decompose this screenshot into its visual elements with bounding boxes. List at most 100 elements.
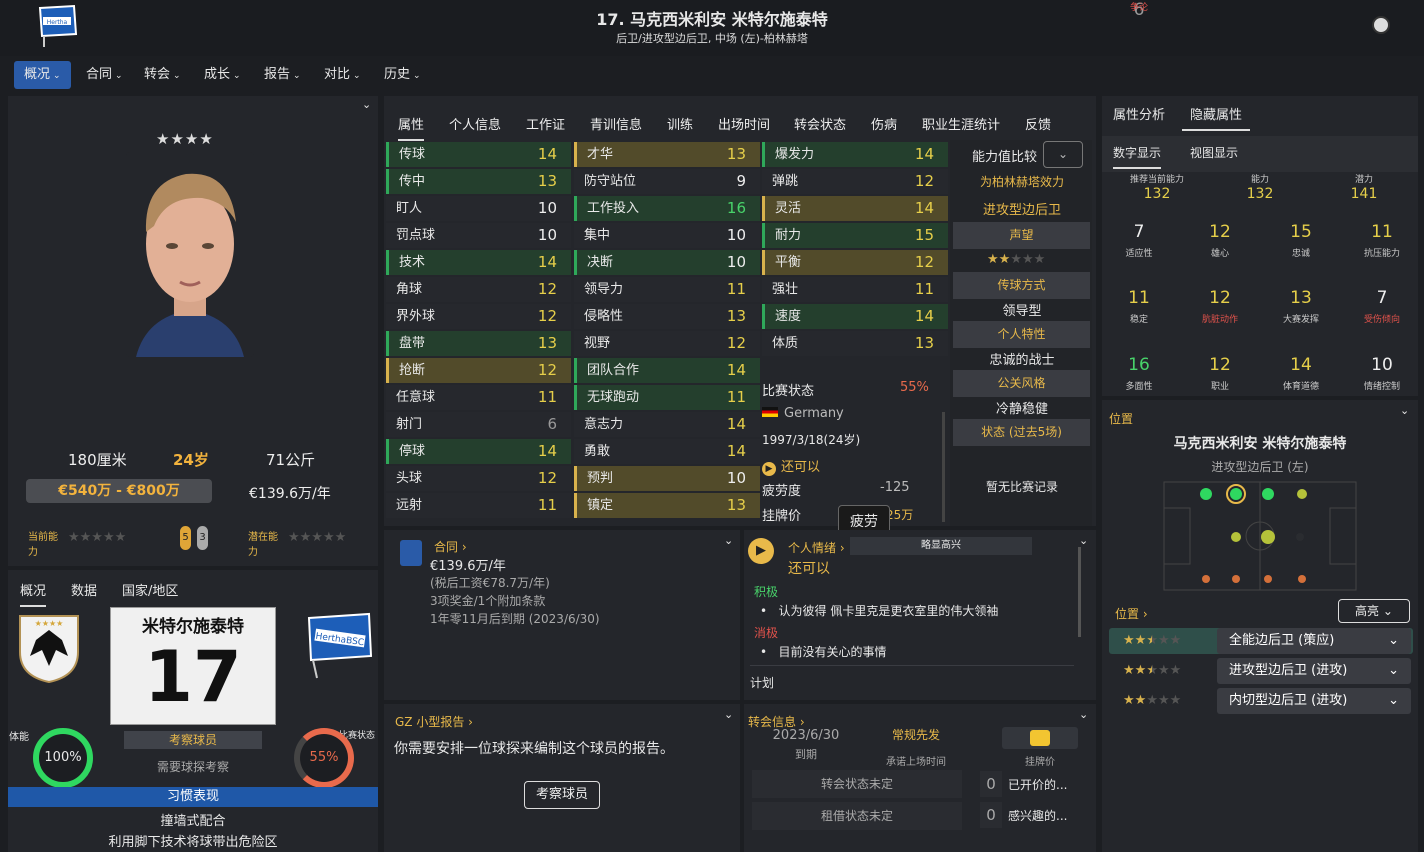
attribute-row[interactable]: 才华 13 [574,142,760,167]
role-row[interactable]: ★★★★★ 全能边后卫 (策应) ⌄ [1109,628,1413,654]
tab-mid-6[interactable]: 转会状态 [794,114,846,133]
attribute-row[interactable]: 平衡 12 [762,250,948,275]
attribute-row[interactable]: 体质 13 [762,331,948,356]
position-collapse-chevron-icon[interactable]: ⌄ [1400,404,1409,417]
top-bar: Hertha 17. 马克西米利安 米特尔施泰特 后卫/进攻型边后卫, 中场 (… [0,0,1424,56]
tab-visual[interactable]: 视图显示 [1190,144,1238,161]
transfer-value[interactable]: €540万 - €800万 [26,479,212,503]
scrollbar[interactable] [942,412,945,522]
tab-mid-9[interactable]: 反馈 [1025,114,1051,133]
tab-data[interactable]: 数据 [71,580,97,599]
tab-numeric[interactable]: 数字显示 [1113,144,1162,169]
nav-development[interactable]: 成长 ⌄ [194,61,251,89]
attribute-row[interactable]: 罚点球 10 [386,223,571,248]
offers-label[interactable]: 已开价的... [1008,776,1067,793]
scout-player-badge[interactable]: 考察球员 [124,731,262,749]
attribute-row[interactable]: 侵略性 13 [574,304,760,329]
club-flag-icon[interactable]: HerthaBSC [303,612,375,680]
attribute-row[interactable]: 意志力 14 [574,412,760,437]
tab-mid-7[interactable]: 伤病 [871,114,897,133]
wage: €139.6万/年 [249,486,331,502]
nav-overview[interactable]: 概况 ⌄ [14,61,71,89]
attribute-row[interactable]: 盘带 13 [386,331,571,356]
attribute-row[interactable]: 集中 10 [574,223,760,248]
attribute-row[interactable]: 灵活 14 [762,196,948,221]
attribute-row[interactable]: 角球 12 [386,277,571,302]
attribute-row[interactable]: 团队合作 14 [574,358,760,383]
tab-hidden-attributes[interactable]: 隐藏属性 [1182,104,1251,131]
tab-attributes[interactable]: 属性 [398,114,425,141]
tab-mid-8[interactable]: 职业生涯统计 [922,114,1000,133]
nav-compare[interactable]: 对比 ⌄ [314,61,371,89]
football-icon[interactable] [1372,16,1390,34]
tab-mid-2[interactable]: 工作证 [526,114,565,133]
attribute-row[interactable]: 强壮 11 [762,277,948,302]
contract-collapse-chevron-icon[interactable]: ⌄ [724,534,733,547]
tab-mid-5[interactable]: 出场时间 [718,114,770,133]
attribute-row[interactable]: 射门 6 [386,412,571,437]
nav-reports[interactable]: 报告 ⌄ [254,61,311,89]
national-team-crest-icon[interactable]: ★★★★ [16,612,82,684]
mood-collapse-chevron-icon[interactable]: ⌄ [1079,534,1088,547]
player-photo [126,152,254,357]
scout-player-button[interactable]: 考察球员 [524,781,600,809]
role-dropdown[interactable]: 全能边后卫 (策应) ⌄ [1217,628,1411,654]
attribute-row[interactable]: 任意球 11 [386,385,571,410]
tab-nation[interactable]: 国家/地区 [122,580,178,599]
attribute-row[interactable]: 无球跑动 11 [574,385,760,410]
attribute-value: 10 [537,199,557,217]
role-row[interactable]: ★★★★★ 内切型边后卫 (进攻) ⌄ [1109,688,1413,714]
attribute-row[interactable]: 爆发力 14 [762,142,948,167]
attribute-row[interactable]: 领导力 11 [574,277,760,302]
tab-attribute-analysis[interactable]: 属性分析 [1113,104,1165,123]
contract-link[interactable]: 合同 › [434,538,467,555]
attribute-row[interactable]: 远射 11 [386,493,571,518]
attribute-row[interactable]: 停球 14 [386,439,571,464]
tab-mid-4[interactable]: 训练 [667,114,693,133]
attribute-row[interactable]: 技术 14 [386,250,571,275]
attribute-row[interactable]: 视野 12 [574,331,760,356]
attribute-row[interactable]: 传中 13 [386,169,571,194]
attribute-value: 10 [726,226,746,244]
tab-mid-1[interactable]: 个人信息 [449,114,501,133]
hidden-attr-label: 雄心 [1210,249,1229,259]
attribute-row[interactable]: 耐力 15 [762,223,948,248]
attribute-row[interactable]: 镇定 13 [574,493,760,518]
nav-contract[interactable]: 合同 ⌄ [76,61,133,89]
report-collapse-chevron-icon[interactable]: ⌄ [724,708,733,721]
attribute-row[interactable]: 防守站位 9 [574,169,760,194]
attribute-row[interactable]: 抢断 12 [386,358,571,383]
role-dropdown[interactable]: 进攻型边后卫 (进攻) ⌄ [1217,658,1411,684]
attribute-row[interactable]: 工作投入 16 [574,196,760,221]
highlight-dropdown[interactable]: 高亮 ⌄ [1338,599,1410,623]
transfer-collapse-chevron-icon[interactable]: ⌄ [1079,708,1088,721]
attribute-name: 防守站位 [584,174,637,189]
mood-scrollbar[interactable] [1078,547,1081,637]
attribute-row[interactable]: 决断 10 [574,250,760,275]
role-row[interactable]: ★★★★★ 进攻型边后卫 (进攻) ⌄ [1109,658,1413,684]
role-dropdown[interactable]: 内切型边后卫 (进攻) ⌄ [1217,688,1411,714]
attribute-row[interactable]: 界外球 12 [386,304,571,329]
chevron-down-icon: ⌄ [1388,693,1399,708]
collapse-chevron-icon[interactable]: ⌄ [362,98,371,111]
attribute-row[interactable]: 传球 14 [386,142,571,167]
attribute-value: 11 [537,496,557,514]
nav-transfer[interactable]: 转会 ⌄ [134,61,191,89]
compare-dropdown-chevron-icon[interactable]: ⌄ [1043,141,1083,168]
tab-overview-left[interactable]: 概况 [20,580,47,607]
position-link[interactable]: 位置 › [1115,605,1148,622]
tab-mid-3[interactable]: 青训信息 [590,114,642,133]
svg-text:★★★★: ★★★★ [35,619,64,628]
attribute-row[interactable]: 速度 14 [762,304,948,329]
attribute-row[interactable]: 弹跳 12 [762,169,948,194]
mood-link[interactable]: 个人情绪 › [788,539,845,556]
attribute-row[interactable]: 头球 12 [386,466,571,491]
status-text: 还可以 [781,460,821,475]
report-link[interactable]: GZ 小型报告 › [395,713,473,730]
nav-history[interactable]: 历史 ⌄ [374,61,431,89]
interested-label[interactable]: 感兴趣的... [1008,807,1067,824]
attribute-row[interactable]: 勇敢 14 [574,439,760,464]
attribute-row[interactable]: 盯人 10 [386,196,571,221]
lock-icon[interactable] [1030,730,1050,746]
attribute-row[interactable]: 预判 10 [574,466,760,491]
